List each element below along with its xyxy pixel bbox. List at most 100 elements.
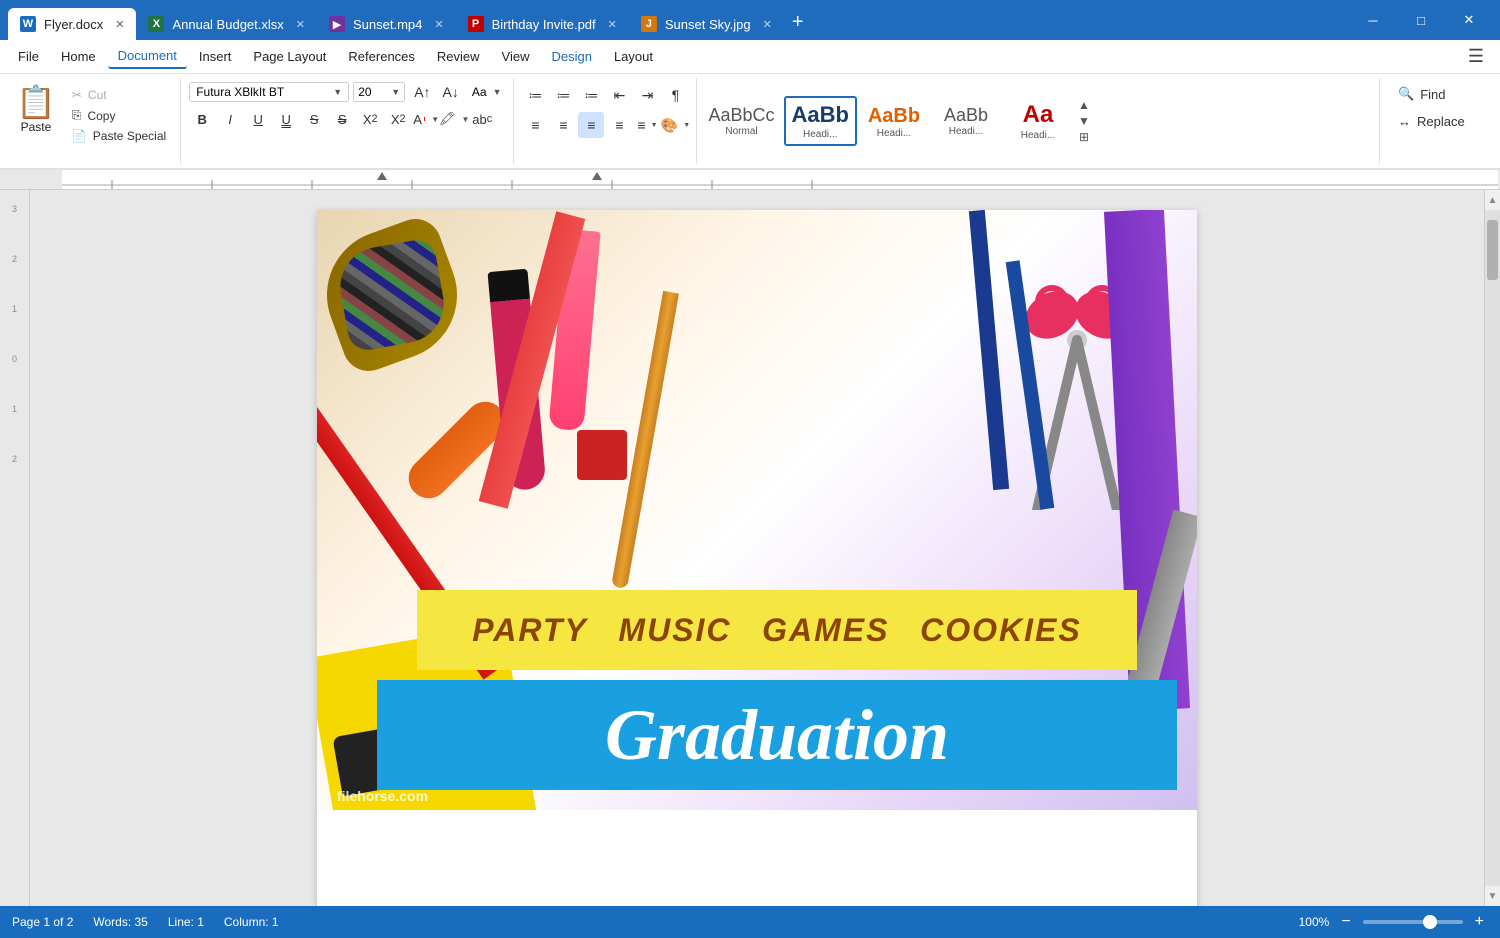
- budget-tab-close[interactable]: ✕: [296, 18, 305, 31]
- maximize-button[interactable]: □: [1398, 4, 1444, 36]
- align-right-button[interactable]: ≡: [578, 112, 604, 138]
- scroll-up-button[interactable]: ▲: [1485, 190, 1500, 210]
- party-word-games: GAMES: [762, 612, 889, 649]
- style-heading2-label: Headi...: [877, 128, 911, 139]
- double-strikethrough-button[interactable]: S: [329, 106, 355, 132]
- menu-page-layout[interactable]: Page Layout: [243, 45, 336, 68]
- underline-button[interactable]: U: [245, 106, 271, 132]
- justify-button[interactable]: ≡: [606, 112, 632, 138]
- font-size-select[interactable]: 20 ▼: [353, 82, 405, 102]
- scroll-track[interactable]: [1485, 210, 1500, 886]
- style-heading4[interactable]: Aa Headi...: [1003, 96, 1073, 146]
- scroll-down-button[interactable]: ▼: [1485, 886, 1500, 906]
- strikethrough-button[interactable]: S: [301, 106, 327, 132]
- increase-indent-button[interactable]: ⇥: [634, 82, 660, 108]
- font-family-dropdown-arrow: ▼: [333, 87, 342, 97]
- style-heading3-label: Headi...: [949, 126, 983, 137]
- style-heading4-label: Headi...: [1021, 130, 1055, 141]
- zoom-plus-button[interactable]: +: [1471, 913, 1488, 931]
- tab-budget[interactable]: X Annual Budget.xlsx ✕: [136, 8, 317, 40]
- bullet-list-button[interactable]: ≔: [522, 82, 548, 108]
- decrease-indent-button[interactable]: ⇤: [606, 82, 632, 108]
- zoom-slider[interactable]: [1363, 920, 1463, 924]
- subscript-button[interactable]: X2: [385, 106, 411, 132]
- menu-insert[interactable]: Insert: [189, 45, 242, 68]
- find-label: Find: [1420, 87, 1445, 102]
- vertical-scrollbar[interactable]: ▲ ▼: [1484, 190, 1500, 906]
- cut-button[interactable]: ✂ Cut: [66, 86, 172, 104]
- tab-flyer[interactable]: W Flyer.docx ✕: [8, 8, 136, 40]
- scroll-thumb[interactable]: [1487, 220, 1498, 280]
- menu-references[interactable]: References: [338, 45, 424, 68]
- page-info: Page 1 of 2: [12, 915, 73, 929]
- zoom-thumb[interactable]: [1423, 915, 1437, 929]
- party-banner: PARTY MUSIC GAMES COOKIES: [417, 590, 1137, 670]
- flyer-tab-close[interactable]: ✕: [115, 18, 124, 31]
- double-underline-button[interactable]: U: [273, 106, 299, 132]
- paste-special-button[interactable]: 📄 Paste Special: [66, 127, 172, 145]
- ruler: [0, 170, 1500, 190]
- find-icon: 🔍: [1398, 86, 1414, 102]
- ruler-mark-0: 0: [12, 354, 17, 364]
- font-grow-button[interactable]: A↑: [409, 82, 435, 102]
- multilevel-list-button[interactable]: ≔: [578, 82, 604, 108]
- line-spacing-button[interactable]: ≡▼: [634, 112, 660, 138]
- tab-birthday[interactable]: P Birthday Invite.pdf ✕: [456, 8, 629, 40]
- sunset-jpg-tab-icon: J: [641, 16, 657, 32]
- menu-home[interactable]: Home: [51, 45, 106, 68]
- font-case-button[interactable]: Aa ▼: [468, 83, 506, 101]
- highlight-button[interactable]: 🖍▼: [441, 106, 467, 132]
- menu-file[interactable]: File: [8, 45, 49, 68]
- paste-button[interactable]: 📋 Paste: [8, 82, 64, 138]
- style-heading1[interactable]: AaBb Headi...: [784, 96, 857, 145]
- tab-sunset-jpg[interactable]: J Sunset Sky.jpg ✕: [629, 8, 784, 40]
- style-heading2[interactable]: AaBb Headi...: [859, 99, 929, 144]
- italic-button[interactable]: I: [217, 106, 243, 132]
- numbered-list-button[interactable]: ≔: [550, 82, 576, 108]
- menu-layout[interactable]: Layout: [604, 45, 663, 68]
- tab-sunset-mp4[interactable]: ▶ Sunset.mp4 ✕: [317, 8, 456, 40]
- menu-review[interactable]: Review: [427, 45, 490, 68]
- sunset-jpg-tab-close[interactable]: ✕: [763, 18, 772, 31]
- document-page: PARTY MUSIC GAMES COOKIES Graduation fil…: [317, 210, 1197, 906]
- window-controls: ─ □ ✕: [1350, 4, 1492, 36]
- pilcrow-button[interactable]: ¶: [662, 82, 688, 108]
- menu-view[interactable]: View: [492, 45, 540, 68]
- align-center-button[interactable]: ≡: [550, 112, 576, 138]
- styles-scroll-up-icon: ▲: [1078, 98, 1090, 112]
- styles-section: AaBbCc Normal AaBb Headi... AaBb Headi..…: [697, 78, 1380, 164]
- bold-button[interactable]: B: [189, 106, 215, 132]
- menu-design[interactable]: Design: [541, 45, 601, 68]
- birthday-tab-close[interactable]: ✕: [608, 18, 617, 31]
- copy-icon: ⎘: [72, 108, 82, 123]
- superscript-button[interactable]: X2: [357, 106, 383, 132]
- new-tab-button[interactable]: +: [784, 8, 812, 36]
- word-count: Words: 35: [93, 915, 147, 929]
- replace-button[interactable]: ↔ Replace: [1392, 110, 1488, 133]
- style-normal[interactable]: AaBbCc Normal: [701, 100, 781, 143]
- font-family-value: Futura XBlkIt BT: [196, 85, 284, 99]
- zoom-minus-button[interactable]: −: [1337, 913, 1354, 931]
- font-family-select[interactable]: Futura XBlkIt BT ▼: [189, 82, 349, 102]
- shading-button[interactable]: 🎨▼: [662, 112, 688, 138]
- style-heading2-preview: AaBb: [868, 104, 920, 128]
- party-word-cookies: COOKIES: [920, 612, 1082, 649]
- font-color-button[interactable]: A▼: [413, 106, 439, 132]
- clear-format-button[interactable]: abc: [469, 106, 495, 132]
- minimize-button[interactable]: ─: [1350, 4, 1396, 36]
- sunset-mp4-tab-close[interactable]: ✕: [434, 18, 443, 31]
- document-canvas[interactable]: PARTY MUSIC GAMES COOKIES Graduation fil…: [30, 190, 1484, 906]
- font-shrink-button[interactable]: A↓: [438, 82, 464, 102]
- style-heading3[interactable]: AaBb Headi...: [931, 100, 1001, 143]
- menu-document[interactable]: Document: [108, 44, 187, 69]
- paste-special-icon: 📄: [72, 129, 87, 143]
- party-word-party: PARTY: [472, 612, 588, 649]
- sunset-mp4-tab-label: Sunset.mp4: [353, 17, 422, 32]
- hamburger-button[interactable]: ☰: [1460, 42, 1492, 71]
- find-button[interactable]: 🔍 Find: [1392, 82, 1488, 106]
- close-button[interactable]: ✕: [1446, 4, 1492, 36]
- styles-scroll-up-button[interactable]: ▲ ▼ ⊞: [1075, 96, 1093, 146]
- align-left-button[interactable]: ≡: [522, 112, 548, 138]
- menu-bar: File Home Document Insert Page Layout Re…: [0, 40, 1500, 74]
- copy-button[interactable]: ⎘ Copy: [66, 106, 172, 125]
